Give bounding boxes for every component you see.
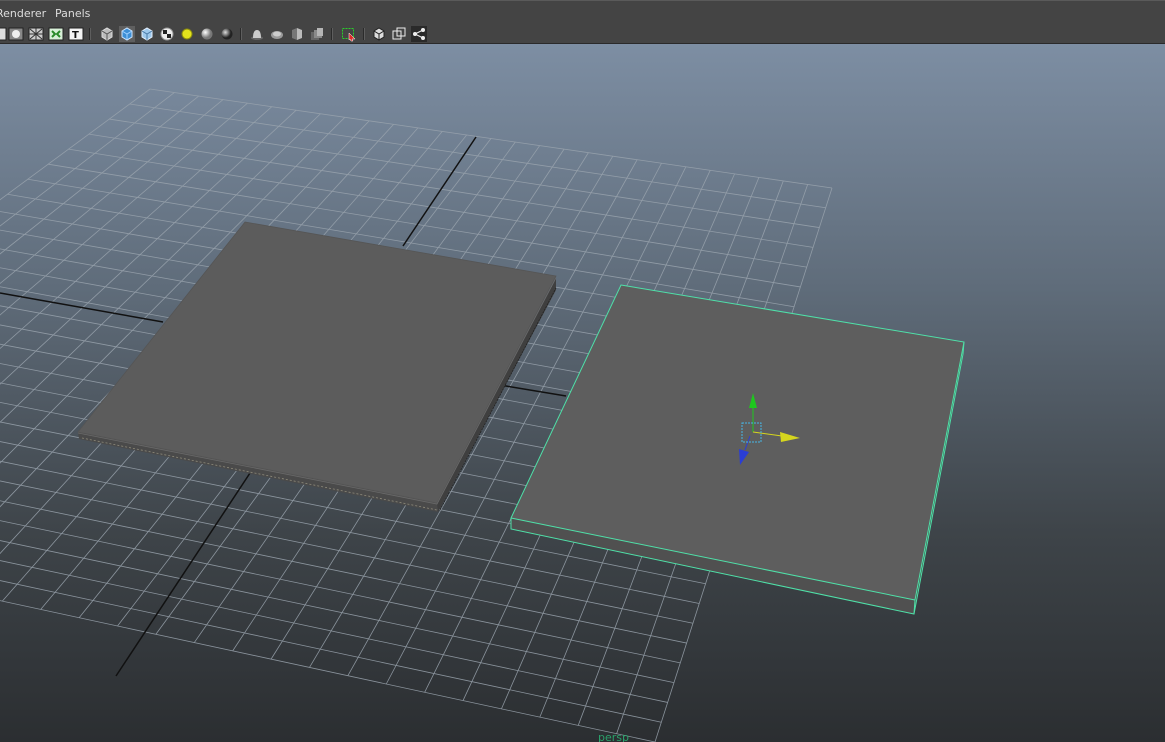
- shadows-icon[interactable]: [249, 26, 265, 42]
- panel-menubar: Renderer Panels: [0, 0, 1165, 24]
- maya-viewport-panel: Renderer Panels T persp: [0, 0, 1165, 742]
- menu-panels[interactable]: Panels: [55, 7, 90, 20]
- active-light-icon[interactable]: [219, 26, 235, 42]
- toolbar-separator: [331, 28, 333, 40]
- menu-renderer[interactable]: Renderer: [0, 7, 46, 20]
- wireframe-on-shaded-icon[interactable]: [28, 26, 44, 42]
- depth-of-field-icon[interactable]: [309, 26, 325, 42]
- panel-toolbar: T: [0, 24, 1165, 44]
- xray-joints-icon[interactable]: [371, 26, 387, 42]
- antialias-icon[interactable]: [289, 26, 305, 42]
- shaded-cube-icon[interactable]: [119, 26, 135, 42]
- checker-texture-icon[interactable]: [159, 26, 175, 42]
- camera-name-label: persp: [598, 731, 629, 742]
- viewport-canvas[interactable]: [0, 44, 1165, 742]
- toolbar-separator: [89, 28, 91, 40]
- wireframe-icon[interactable]: [0, 26, 8, 42]
- isolate-select-icon[interactable]: [341, 26, 357, 42]
- svg-text:T: T: [72, 30, 79, 41]
- all-lights-icon[interactable]: [199, 26, 215, 42]
- smooth-shade-icon[interactable]: [8, 26, 24, 42]
- ambient-occlusion-icon[interactable]: [269, 26, 285, 42]
- toolbar-separator: [240, 28, 242, 40]
- xray-cube-icon[interactable]: [139, 26, 155, 42]
- gate-mask-icon[interactable]: [411, 26, 427, 42]
- textured-icon[interactable]: T: [68, 26, 84, 42]
- 3d-viewport[interactable]: [0, 44, 1165, 742]
- xray-active-components-icon[interactable]: [391, 26, 407, 42]
- default-quality-icon[interactable]: [48, 26, 64, 42]
- default-light-icon[interactable]: [179, 26, 195, 42]
- toolbar-separator: [363, 28, 365, 40]
- use-default-material-icon[interactable]: [99, 26, 115, 42]
